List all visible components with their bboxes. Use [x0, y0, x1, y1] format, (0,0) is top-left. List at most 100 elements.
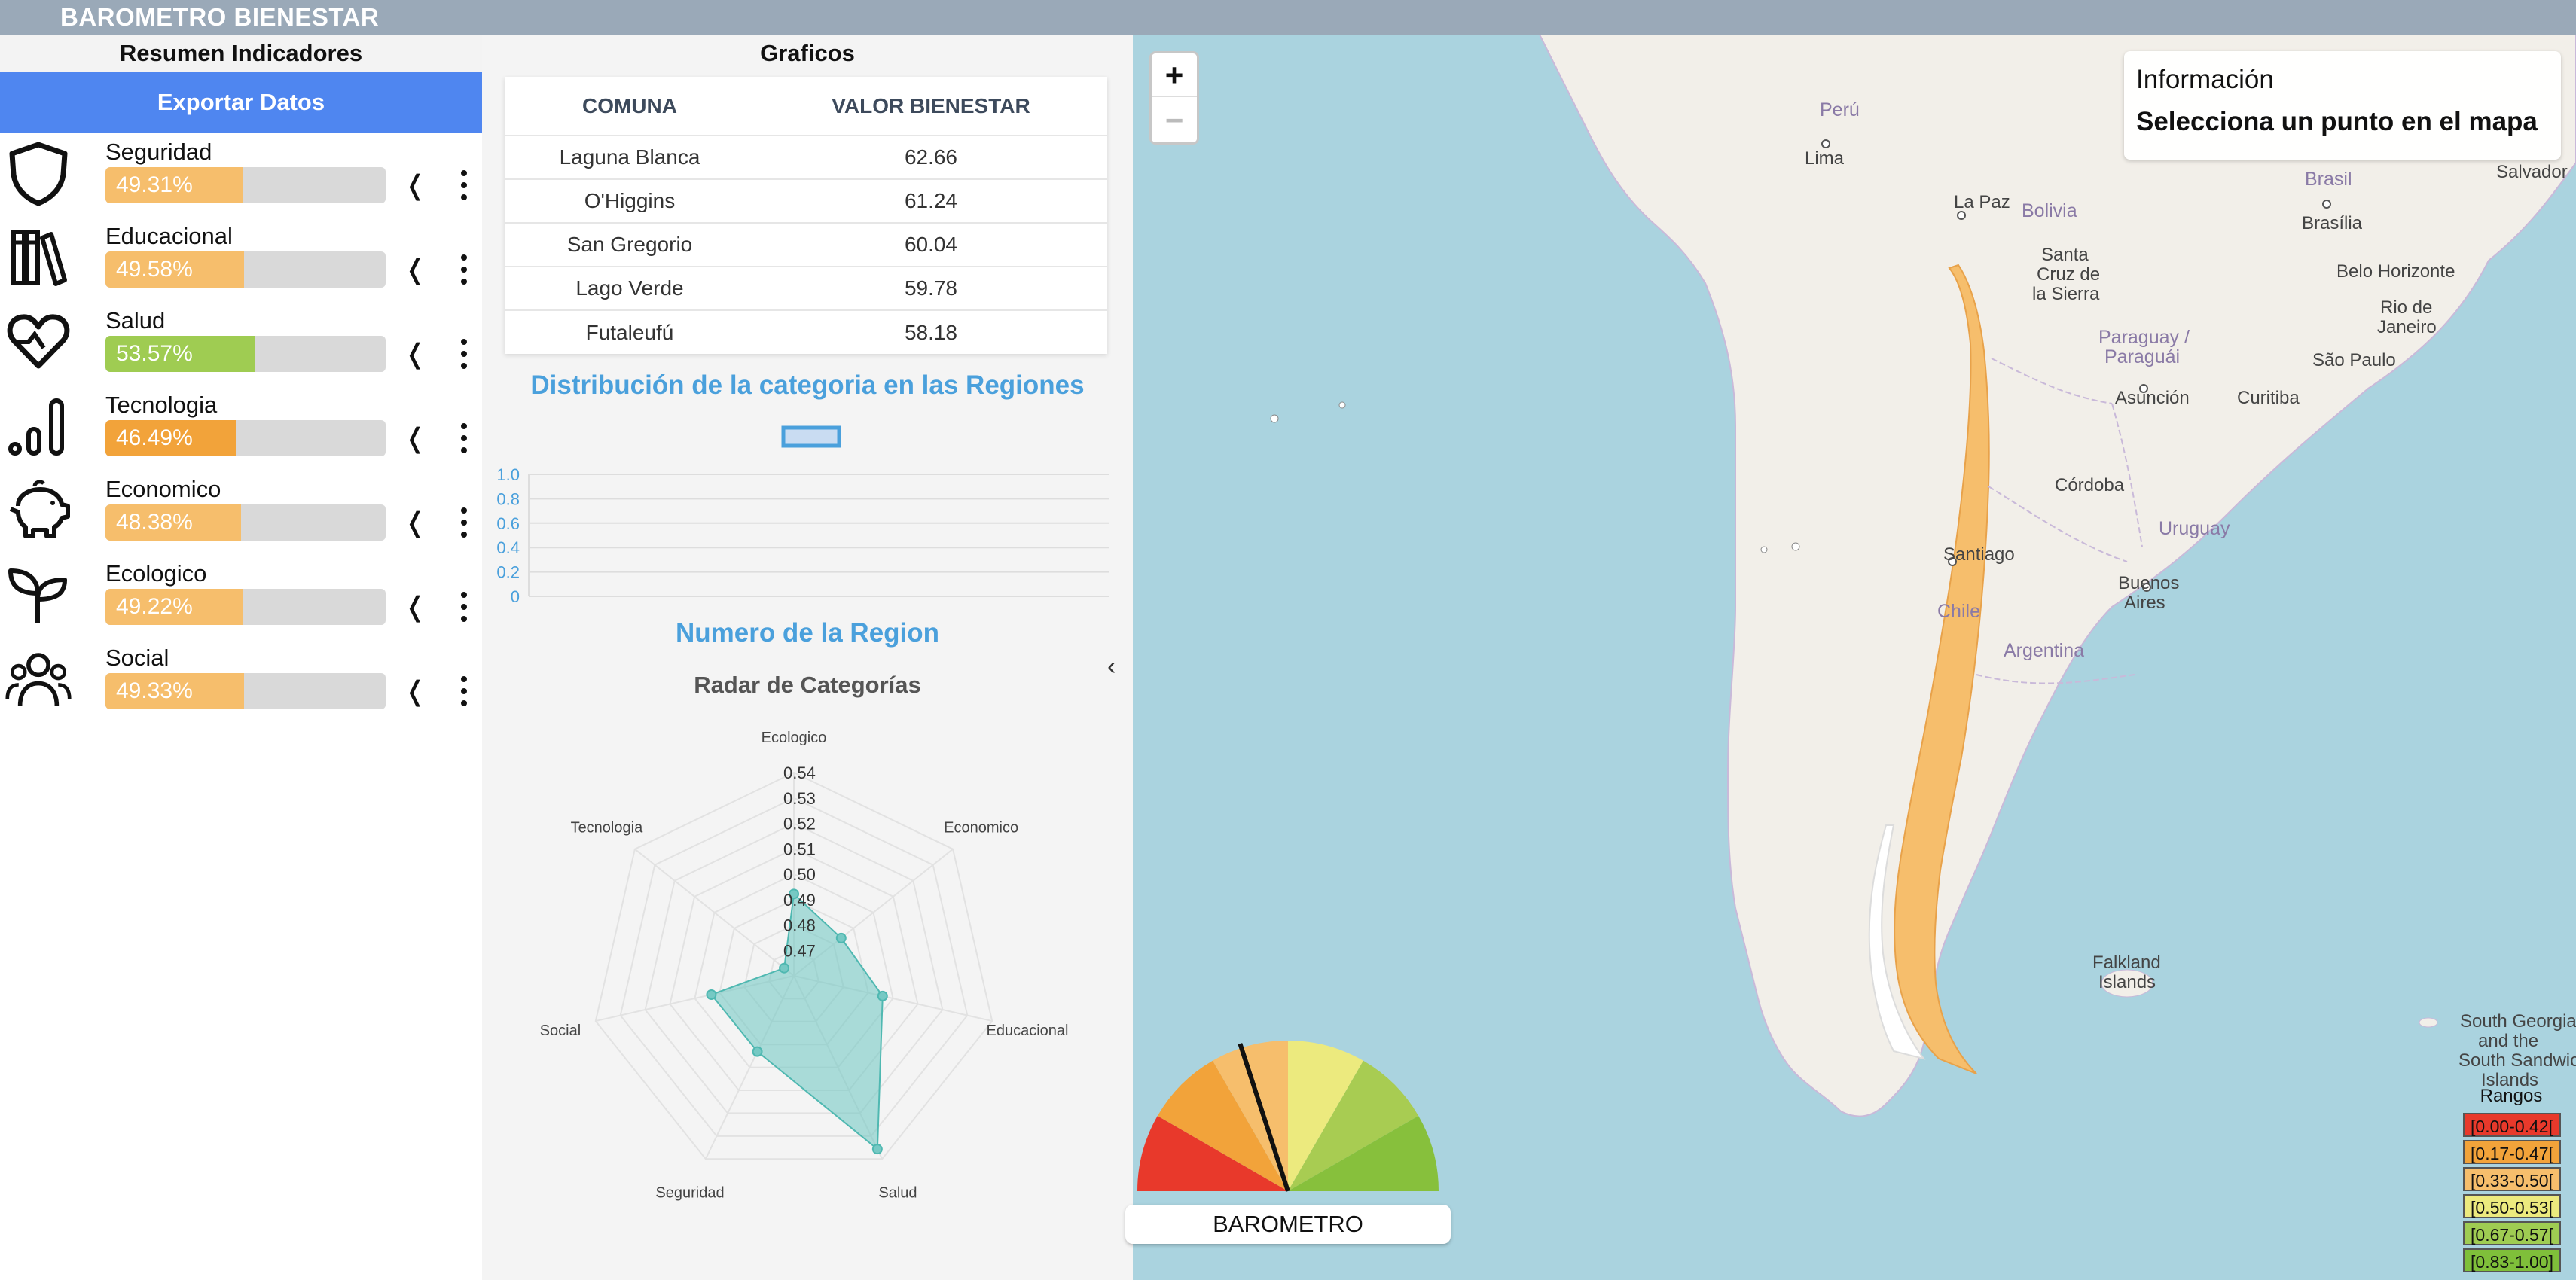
map-label: Chile [1937, 601, 1980, 622]
indicator-label: Seguridad [105, 139, 212, 165]
books-icon [5, 223, 72, 291]
more-options-icon[interactable] [452, 336, 475, 372]
indicator-bar: 49.22% [105, 589, 386, 625]
indicator-value: 49.33% [116, 678, 193, 703]
map-label: and the [2478, 1031, 2538, 1051]
radar-point [706, 989, 717, 1001]
table-cell: 62.66 [754, 135, 1107, 179]
map-label: Aires [2124, 593, 2165, 613]
legend-item: [0.00-0.42[ [2463, 1113, 2561, 1137]
more-options-icon[interactable] [452, 420, 475, 456]
map-label: South Georgia [2460, 1011, 2576, 1032]
island [1760, 546, 1768, 553]
y-tick-label: 0.4 [496, 538, 520, 557]
more-options-icon[interactable] [452, 589, 475, 625]
indicator-bar: 49.31% [105, 167, 386, 203]
indicator-bar: 49.58% [105, 251, 386, 288]
panel-header: Graficos [760, 40, 855, 66]
radar-chart: Ecologico Economico Educacional Salud Seguri… [540, 730, 1069, 1202]
legend-item: [0.17-0.47[ [2463, 1140, 2561, 1164]
map-label: Falkland [2092, 952, 2161, 973]
map-label: Paraguay / [2098, 327, 2190, 348]
users-icon [5, 645, 72, 712]
radar-tick-label: 0.49 [783, 891, 816, 910]
more-options-icon[interactable] [452, 673, 475, 709]
indicator-value: 48.38% [116, 510, 193, 535]
map-label: La Paz [1954, 192, 2010, 212]
radar-chart-title: Radar de Categorías [694, 672, 921, 698]
collapse-chevron-icon[interactable]: ❬ [404, 420, 426, 456]
legend-title: Rangos [2480, 1086, 2543, 1106]
collapse-panel-icon[interactable]: ‹ [1107, 652, 1116, 681]
info-panel: Información Selecciona un punto en el ma… [2124, 51, 2561, 160]
table-row[interactable]: O'Higgins 61.24 [505, 178, 1107, 223]
more-options-icon[interactable] [452, 504, 475, 541]
radar-tick-label: 0.50 [783, 865, 816, 884]
radar-axis-label: Economico [944, 820, 1018, 837]
map-label: Santa [2041, 245, 2089, 265]
indicator-social: Social 49.33% ❬ [0, 638, 482, 723]
table-row[interactable]: San Gregorio 60.04 [505, 222, 1107, 267]
map-label: Paraguái [2104, 346, 2180, 367]
indicator-value: 49.31% [116, 172, 193, 197]
indicator-salud: Salud 53.57% ❬ [0, 301, 482, 386]
map-label: Uruguay [2159, 518, 2230, 539]
map-label: South Sandwich [2458, 1050, 2576, 1071]
table-row[interactable]: Lago Verde 59.78 [505, 266, 1107, 310]
map-label: Cruz de [2037, 264, 2100, 285]
table-cell: 59.78 [754, 266, 1107, 310]
zoom-out-button[interactable]: − [1152, 99, 1197, 142]
indicators-panel: Resumen Indicadores Exportar Datos Segur… [0, 35, 482, 1280]
radar-point [835, 932, 847, 943]
map-label: Rio de [2380, 297, 2432, 318]
indicator-bar: 46.49% [105, 420, 386, 456]
map-label: Islands [2098, 972, 2156, 992]
map-label: Santiago [1943, 544, 2015, 565]
map-label: São Paulo [2312, 350, 2396, 370]
top-bar: BAROMETRO BIENESTAR [0, 0, 2576, 35]
table-row[interactable]: Laguna Blanca 62.66 [505, 135, 1107, 179]
radar-axis-label: Tecnologia [571, 820, 644, 837]
more-options-icon[interactable] [452, 251, 475, 288]
collapse-chevron-icon[interactable]: ❬ [404, 251, 426, 288]
indicator-value: 49.58% [116, 257, 193, 282]
island [1338, 401, 1346, 409]
collapse-chevron-icon[interactable]: ❬ [404, 589, 426, 625]
column-header: VALOR BIENESTAR [832, 93, 1030, 117]
collapse-chevron-icon[interactable]: ❬ [404, 167, 426, 203]
charts-panel: Graficos COMUNA VALOR BIENESTAR Laguna B… [482, 35, 1133, 1280]
map-label: Asunción [2115, 388, 2190, 408]
more-options-icon[interactable] [452, 167, 475, 203]
y-tick-label: 0.6 [496, 514, 520, 533]
table-row[interactable]: Futaleufú 58.18 [505, 309, 1107, 354]
table-cell: San Gregorio [505, 222, 755, 267]
collapse-chevron-icon[interactable]: ❬ [404, 504, 426, 541]
column-header: COMUNA [581, 93, 677, 117]
map-label: Belo Horizonte [2336, 261, 2455, 282]
map-label: Bolivia [2022, 200, 2077, 221]
table-cell: O'Higgins [505, 178, 755, 223]
barometer-label: BAROMETRO [1125, 1205, 1451, 1244]
indicator-seguridad: Seguridad 49.31% ❬ [0, 133, 482, 217]
radar-axis-label: Salud [878, 1185, 917, 1202]
map-legend: Rangos [0.00-0.42[ [0.17-0.47[ [0.33-0.5… [2458, 1086, 2564, 1277]
indicator-value: 46.49% [116, 425, 193, 450]
y-tick-label: 0.8 [496, 489, 520, 508]
map-label: Perú [1820, 99, 1860, 120]
island [1270, 414, 1279, 423]
legend-item: [0.33-0.50[ [2463, 1167, 2561, 1191]
island-south-georgia [2419, 1017, 2438, 1028]
collapse-chevron-icon[interactable]: ❬ [404, 673, 426, 709]
collapse-chevron-icon[interactable]: ❬ [404, 336, 426, 372]
map-label: Argentina [2004, 640, 2084, 661]
table-cell: Laguna Blanca [505, 135, 755, 179]
indicator-label: Salud [105, 307, 166, 334]
export-data-button[interactable]: Exportar Datos [0, 72, 482, 133]
info-title: Información [2136, 65, 2274, 94]
zoom-in-button[interactable]: + [1152, 53, 1197, 97]
radar-spoke [634, 848, 795, 977]
radar-tick-label: 0.47 [783, 941, 816, 960]
radar-axis-label: Seguridad [655, 1185, 724, 1202]
legend-item: [0.67-0.57[ [2463, 1221, 2561, 1245]
indicator-bar: 53.57% [105, 336, 386, 372]
